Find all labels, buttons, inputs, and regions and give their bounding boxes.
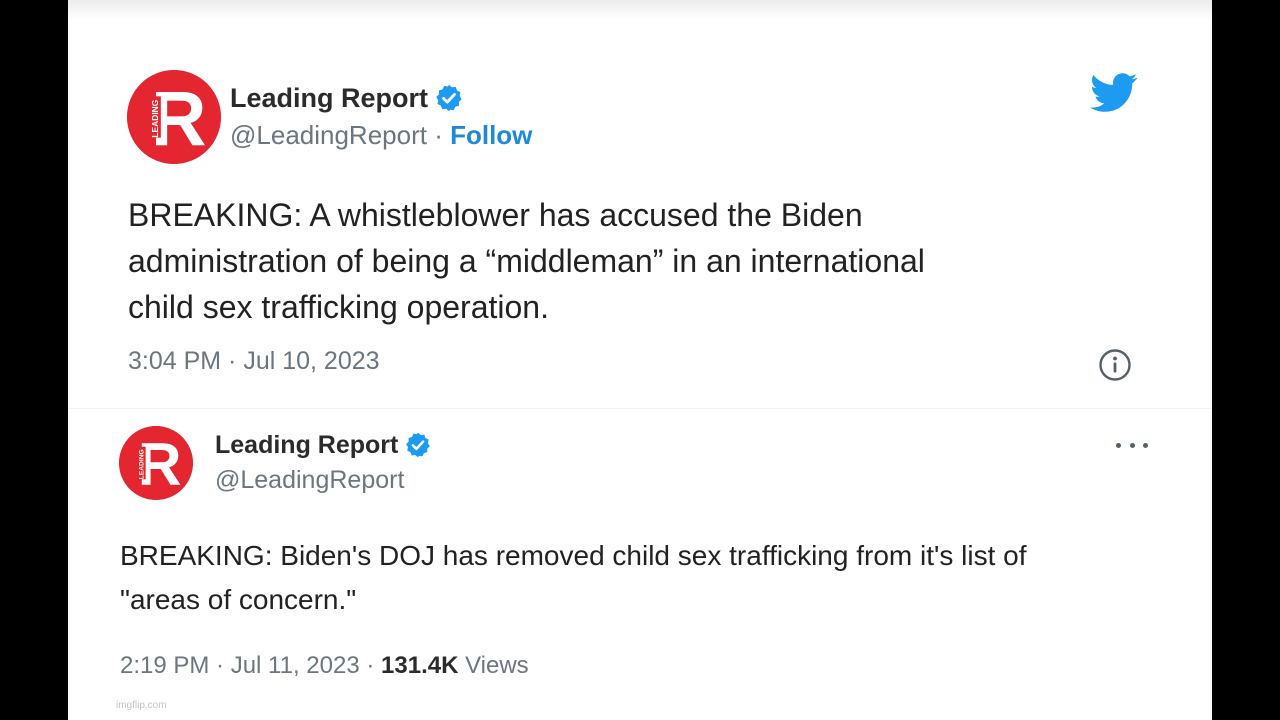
tweet-text: BREAKING: Biden's DOJ has removed child … [120, 540, 1027, 615]
author-name-row: Leading Report [230, 80, 464, 116]
tweet-card: R LEADING Leading Report @LeadingReport … [68, 0, 1212, 720]
watermark: imgflip.com [116, 700, 167, 711]
tweet-timestamp[interactable]: 2:19 PM · Jul 11, 2023 · [120, 652, 381, 679]
twitter-bird-icon[interactable] [1090, 72, 1138, 114]
views-count[interactable]: 131.4K [381, 652, 458, 679]
author-name[interactable]: Leading Report [230, 83, 428, 114]
tweet-divider [68, 408, 1212, 409]
verified-badge-icon [434, 83, 464, 113]
leading-report-logo-icon: R LEADING [127, 70, 221, 164]
author-name-row: Leading Report [215, 428, 432, 462]
avatar-small-text: LEADING [138, 449, 145, 479]
author-avatar[interactable]: R LEADING [119, 426, 193, 500]
tweet-meta-row: 2:19 PM · Jul 11, 2023 · 131.4K Views [120, 652, 529, 680]
more-dot [1129, 442, 1135, 448]
separator-dot: · [426, 120, 451, 150]
views-label: Views [458, 652, 529, 679]
author-handle[interactable]: @LeadingReport [215, 466, 404, 495]
info-icon[interactable] [1098, 348, 1132, 382]
verified-badge-icon [404, 431, 432, 459]
author-avatar[interactable]: R LEADING [127, 70, 221, 164]
follow-button[interactable]: Follow [450, 120, 532, 150]
tweet-text: BREAKING: A whistleblower has accused th… [128, 197, 925, 325]
author-handle-row: @LeadingReport · Follow [230, 120, 532, 151]
leading-report-logo-icon: R LEADING [119, 426, 193, 500]
author-handle[interactable]: @LeadingReport [230, 120, 427, 150]
more-options-icon[interactable] [1116, 436, 1148, 454]
screenshot-stage: R LEADING Leading Report @LeadingReport … [0, 0, 1280, 720]
more-dot [1116, 442, 1121, 448]
avatar-small-text: LEADING [150, 99, 160, 137]
more-dot [1143, 442, 1148, 448]
tweet-timestamp[interactable]: 3:04 PM · Jul 10, 2023 [128, 347, 380, 376]
top-edge-shadow [68, 0, 1212, 20]
author-name[interactable]: Leading Report [215, 431, 398, 460]
